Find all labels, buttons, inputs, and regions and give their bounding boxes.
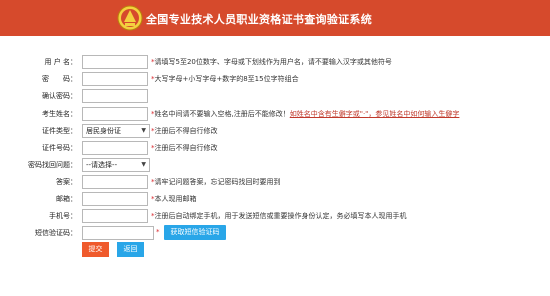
required-star: * bbox=[151, 195, 155, 203]
password-row: 密 码： *大写字母+小写字母+数字的8至15位字符组合 bbox=[0, 72, 550, 86]
email-label: 邮箱： bbox=[56, 195, 77, 203]
name-hint-text: *姓名中间请不要输入空格,注册后不能修改！ bbox=[151, 110, 290, 118]
phone-input[interactable] bbox=[82, 209, 148, 223]
required-star: * bbox=[151, 212, 155, 220]
confirm-password-input[interactable] bbox=[82, 89, 148, 103]
rare-char-input-link[interactable]: ，参见姓名中如何输入生僻字 bbox=[368, 110, 459, 118]
chevron-down-icon: ▼ bbox=[141, 127, 146, 134]
required-star: * bbox=[151, 144, 155, 152]
answer-label: 答案： bbox=[56, 178, 77, 186]
get-sms-code-button[interactable]: 获取短信验证码 bbox=[164, 225, 226, 240]
email-hint: *本人现用邮箱 bbox=[151, 195, 197, 203]
logo-emblem-icon bbox=[117, 5, 143, 31]
confirm-password-row: 确认密码： bbox=[0, 89, 550, 103]
email-row: 邮箱： *本人现用邮箱 bbox=[0, 192, 550, 206]
chevron-down-icon: ▼ bbox=[141, 161, 146, 168]
required-star: * bbox=[151, 75, 155, 83]
password-label: 密 码： bbox=[42, 75, 77, 83]
username-input[interactable] bbox=[82, 55, 148, 69]
id-type-label: 证件类型： bbox=[42, 127, 77, 135]
required-star: * bbox=[151, 58, 155, 66]
id-number-row: 证件号码： *注册后不得自行修改 bbox=[0, 141, 550, 155]
username-label: 用 户 名： bbox=[44, 58, 77, 66]
phone-row: 手机号： *注册后自动绑定手机，用于发送短信或重要操作身份认定，务必填写本人现用… bbox=[0, 209, 550, 223]
sms-code-input[interactable] bbox=[82, 226, 154, 240]
back-button[interactable]: 返回 bbox=[117, 242, 144, 257]
phone-label: 手机号： bbox=[49, 212, 77, 220]
sms-code-row: 短信验证码： * 获取短信验证码 bbox=[0, 225, 550, 240]
security-question-value: --请选择-- bbox=[86, 161, 118, 169]
header-bar: 全国专业技术人员职业资格证书查询验证系统 bbox=[0, 0, 550, 36]
security-question-label: 密码找回问题： bbox=[28, 161, 77, 169]
answer-hint: *请牢记问题答案，忘记密码找回时要用到 bbox=[151, 178, 281, 186]
id-type-row: 证件类型： 居民身份证 ▼ *注册后不得自行修改 bbox=[0, 124, 550, 138]
id-type-value: 居民身份证 bbox=[86, 127, 121, 135]
password-hint: *大写字母+小写字母+数字的8至15位字符组合 bbox=[151, 75, 299, 83]
id-type-select[interactable]: 居民身份证 ▼ bbox=[82, 124, 150, 138]
password-input[interactable] bbox=[82, 72, 148, 86]
confirm-password-label: 确认密码： bbox=[42, 92, 77, 100]
id-number-hint: *注册后不得自行修改 bbox=[151, 144, 218, 152]
sms-code-label: 短信验证码： bbox=[35, 229, 77, 237]
rare-char-link[interactable]: 如姓名中含有生僻字或"·" bbox=[290, 110, 369, 118]
answer-input[interactable] bbox=[82, 175, 148, 189]
submit-button[interactable]: 提交 bbox=[82, 242, 109, 257]
phone-hint: *注册后自动绑定手机，用于发送短信或重要操作身份认定，务必填写本人现用手机 bbox=[151, 212, 407, 220]
name-label: 考生姓名： bbox=[42, 110, 77, 118]
security-question-select[interactable]: --请选择-- ▼ bbox=[82, 158, 150, 172]
page-title: 全国专业技术人员职业资格证书查询验证系统 bbox=[146, 13, 372, 26]
required-star: * bbox=[151, 127, 155, 135]
id-number-label: 证件号码： bbox=[42, 144, 77, 152]
username-row: 用 户 名： *请填写5至20位数字、字母或下划线作为用户名，请不要输入汉字或其… bbox=[0, 55, 550, 69]
required-star: * bbox=[151, 178, 155, 186]
required-star: * bbox=[151, 110, 155, 118]
id-type-hint: *注册后不得自行修改 bbox=[151, 127, 218, 135]
name-hint: *姓名中间请不要输入空格,注册后不能修改！如姓名中含有生僻字或"·"，参见姓名中… bbox=[151, 109, 459, 119]
security-question-row: 密码找回问题： --请选择-- ▼ bbox=[0, 158, 550, 172]
username-hint: *请填写5至20位数字、字母或下划线作为用户名，请不要输入汉字或其他符号 bbox=[151, 58, 392, 66]
name-row: 考生姓名： *姓名中间请不要输入空格,注册后不能修改！如姓名中含有生僻字或"·"… bbox=[0, 107, 550, 121]
name-input[interactable] bbox=[82, 107, 148, 121]
answer-row: 答案： *请牢记问题答案，忘记密码找回时要用到 bbox=[0, 175, 550, 189]
email-input[interactable] bbox=[82, 192, 148, 206]
id-number-input[interactable] bbox=[82, 141, 148, 155]
sms-code-required-star: * bbox=[156, 228, 160, 236]
